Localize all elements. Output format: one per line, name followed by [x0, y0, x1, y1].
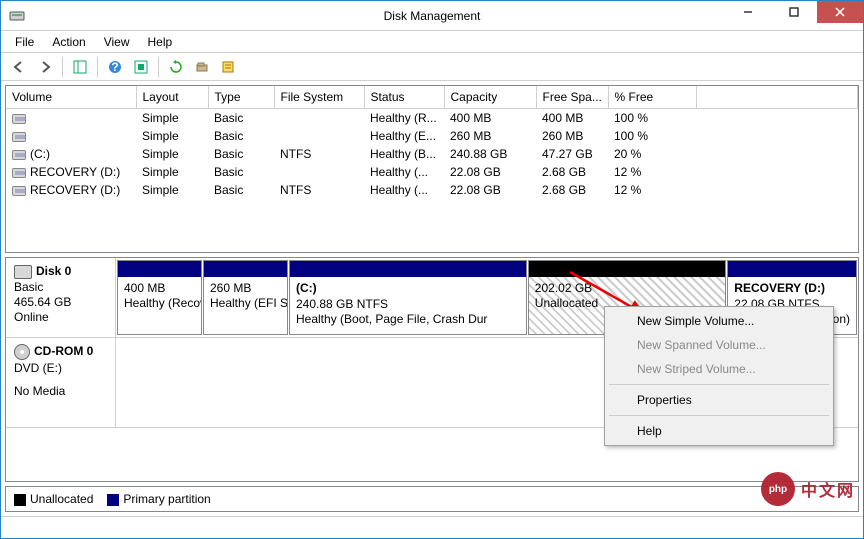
disk0-size: 465.64 GB	[14, 295, 107, 309]
ctx-properties[interactable]: Properties	[607, 388, 831, 412]
close-button[interactable]	[817, 1, 863, 23]
content-area: Volume Layout Type File System Status Ca…	[1, 81, 863, 516]
volume-icon	[12, 150, 26, 160]
refresh-icon[interactable]	[164, 55, 188, 79]
col-status[interactable]: Status	[364, 86, 444, 109]
partition-c[interactable]: (C:) 240.88 GB NTFS Healthy (Boot, Page …	[289, 260, 527, 335]
cdrom-drive: DVD (E:)	[14, 361, 107, 375]
watermark-text: 中文网	[801, 477, 855, 501]
cdrom-title: CD-ROM 0	[34, 344, 93, 358]
volume-list[interactable]: Volume Layout Type File System Status Ca…	[5, 85, 859, 253]
menu-view[interactable]: View	[96, 33, 138, 51]
menu-file[interactable]: File	[7, 33, 42, 51]
volume-icon	[12, 186, 26, 196]
ctx-new-simple-volume[interactable]: New Simple Volume...	[607, 309, 831, 333]
col-freespace[interactable]: Free Spa...	[536, 86, 608, 109]
graphical-view: Disk 0 Basic 465.64 GB Online 400 MB Hea…	[5, 257, 859, 482]
svg-text:?: ?	[111, 60, 118, 74]
cdrom-icon	[14, 344, 30, 360]
ctx-separator	[609, 384, 829, 385]
legend-primary: Primary partition	[107, 492, 210, 506]
disk0-type: Basic	[14, 280, 107, 294]
rescan-icon[interactable]	[190, 55, 214, 79]
disk0-status: Online	[14, 310, 107, 324]
table-row[interactable]: (C:)SimpleBasicNTFSHealthy (B...240.88 G…	[6, 145, 858, 163]
cdrom-status: No Media	[14, 384, 107, 398]
partition-recovery[interactable]: 400 MB Healthy (Recov	[117, 260, 202, 335]
watermark-logo-icon: php	[761, 472, 795, 506]
col-layout[interactable]: Layout	[136, 86, 208, 109]
volume-icon	[12, 114, 26, 124]
ctx-help[interactable]: Help	[607, 419, 831, 443]
menu-action[interactable]: Action	[44, 33, 93, 51]
table-row[interactable]: SimpleBasicHealthy (R...400 MB400 MB100 …	[6, 109, 858, 128]
cdrom-label[interactable]: CD-ROM 0 DVD (E:) No Media	[6, 338, 116, 427]
col-pctfree[interactable]: % Free	[608, 86, 696, 109]
ctx-new-striped-volume: New Striped Volume...	[607, 357, 831, 381]
window-title: Disk Management	[384, 9, 481, 23]
disk-management-window: Disk Management File Action View Help ?	[0, 0, 864, 539]
settings-icon[interactable]	[129, 55, 153, 79]
toolbar-separator	[158, 57, 159, 77]
volume-icon	[12, 132, 26, 142]
show-hide-tree-icon[interactable]	[68, 55, 92, 79]
window-controls	[725, 1, 863, 23]
table-row[interactable]: RECOVERY (D:)SimpleBasicNTFSHealthy (...…	[6, 181, 858, 199]
col-volume[interactable]: Volume	[6, 86, 136, 109]
actions-icon[interactable]	[216, 55, 240, 79]
minimize-button[interactable]	[725, 1, 771, 23]
statusbar	[1, 516, 863, 538]
app-icon	[9, 8, 25, 24]
maximize-button[interactable]	[771, 1, 817, 23]
watermark: php 中文网	[761, 472, 855, 506]
forward-button[interactable]	[33, 55, 57, 79]
context-menu: New Simple Volume... New Spanned Volume.…	[604, 306, 834, 446]
table-row[interactable]: RECOVERY (D:)SimpleBasicHealthy (...22.0…	[6, 163, 858, 181]
toolbar-separator	[62, 57, 63, 77]
help-icon[interactable]: ?	[103, 55, 127, 79]
ctx-separator	[609, 415, 829, 416]
legend: Unallocated Primary partition	[5, 486, 859, 512]
table-row[interactable]: SimpleBasicHealthy (E...260 MB260 MB100 …	[6, 127, 858, 145]
legend-unallocated: Unallocated	[14, 492, 93, 506]
toolbar-separator	[97, 57, 98, 77]
col-filesystem[interactable]: File System	[274, 86, 364, 109]
toolbar: ?	[1, 53, 863, 81]
partition-efi[interactable]: 260 MB Healthy (EFI S	[203, 260, 288, 335]
disk-icon	[14, 265, 32, 279]
menubar: File Action View Help	[1, 31, 863, 53]
disk0-label[interactable]: Disk 0 Basic 465.64 GB Online	[6, 258, 116, 337]
menu-help[interactable]: Help	[140, 33, 181, 51]
titlebar: Disk Management	[1, 1, 863, 31]
volume-icon	[12, 168, 26, 178]
col-capacity[interactable]: Capacity	[444, 86, 536, 109]
back-button[interactable]	[7, 55, 31, 79]
ctx-new-spanned-volume: New Spanned Volume...	[607, 333, 831, 357]
disk0-title: Disk 0	[36, 264, 71, 278]
col-type[interactable]: Type	[208, 86, 274, 109]
